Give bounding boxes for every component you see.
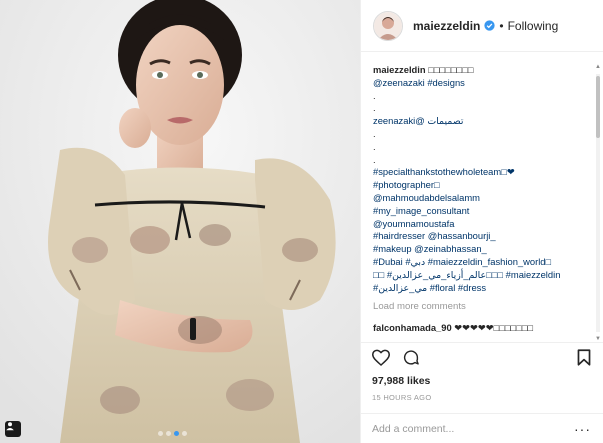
tag-person-icon[interactable] xyxy=(5,421,21,437)
following-button[interactable]: Following xyxy=(508,19,559,33)
caption-line[interactable]: #مي_عزالدين #floral #dress xyxy=(373,282,595,295)
scroll-up-icon[interactable]: ▲ xyxy=(595,64,601,70)
add-comment-input[interactable] xyxy=(372,423,574,435)
caption-line: . xyxy=(373,140,376,152)
post-header: maiezzeldin • Following xyxy=(361,0,603,52)
bookmark-icon[interactable] xyxy=(577,349,591,371)
more-options-icon[interactable]: ··· xyxy=(574,421,591,437)
post-photo[interactable] xyxy=(0,0,360,443)
caption-line: . xyxy=(373,127,376,139)
caption-line[interactable]: #photographer□ xyxy=(373,179,595,192)
caption-line[interactable]: @mahmoudabdelsalamm xyxy=(373,192,595,205)
caption-line: . xyxy=(373,102,376,114)
carousel-indicator xyxy=(158,431,187,436)
caption-line[interactable]: □□ #عالم_أزياء_مي_عزالدين□□□ #maiezzeldi… xyxy=(373,269,595,282)
caption-line: . xyxy=(373,153,376,165)
comment-username[interactable]: falconhamada_90 xyxy=(373,322,452,333)
portrait-image xyxy=(0,0,360,443)
likes-count[interactable]: 97,988 likes xyxy=(372,375,430,387)
post-actions: 97,988 likes 15 HOURS AGO ··· xyxy=(360,342,603,443)
comments-list: maiezzeldin □□□□□□□□ @zeenazaki #designs… xyxy=(373,64,595,342)
comment-icon[interactable] xyxy=(402,349,420,371)
verified-badge-icon xyxy=(484,20,495,31)
comment-item: falconhamada_90 ❤❤❤❤❤□□□□□□□ xyxy=(373,322,595,335)
caption-line[interactable]: #my_image_consultant xyxy=(373,205,595,218)
caption-first-line: maiezzeldin □□□□□□□□ xyxy=(373,64,595,77)
caption-line[interactable]: #hairdresser @hassanbourji_ xyxy=(373,230,595,243)
comments-scrollbar[interactable]: ▲ ▼ xyxy=(595,64,601,344)
action-icons xyxy=(371,349,420,371)
post-timestamp: 15 HOURS AGO xyxy=(372,393,432,402)
caption-line[interactable]: تصميمات @zeenazaki xyxy=(373,115,595,128)
caption-line[interactable]: @youmnamoustafa xyxy=(373,218,595,231)
caption-username[interactable]: maiezzeldin xyxy=(373,64,426,75)
caption-line[interactable]: #makeup @zeinabhassan_ xyxy=(373,243,595,256)
caption-text: □□□□□□□□ xyxy=(428,64,474,75)
post-author-username[interactable]: maiezzeldin xyxy=(413,19,480,33)
carousel-dot[interactable] xyxy=(182,431,187,436)
caption-line[interactable]: #specialthankstothewholeteam□❤ xyxy=(373,166,595,179)
avatar[interactable] xyxy=(373,10,403,41)
scrollbar-thumb[interactable] xyxy=(596,76,600,138)
load-more-comments-button[interactable]: Load more comments xyxy=(373,301,595,314)
add-comment-bar: ··· xyxy=(360,413,603,443)
heart-icon[interactable] xyxy=(371,349,391,371)
carousel-dot-active[interactable] xyxy=(174,431,179,436)
caption-line: . xyxy=(373,89,376,101)
caption-line[interactable]: #Dubai #دبي #maiezzeldin_fashion_world□ xyxy=(373,256,595,269)
comment-text: ❤❤❤❤❤□□□□□□□ xyxy=(454,322,534,334)
header-separator: • xyxy=(499,18,504,33)
caption-line[interactable]: @zeenazaki #designs xyxy=(373,77,595,90)
carousel-dot[interactable] xyxy=(166,431,171,436)
carousel-dot[interactable] xyxy=(158,431,163,436)
